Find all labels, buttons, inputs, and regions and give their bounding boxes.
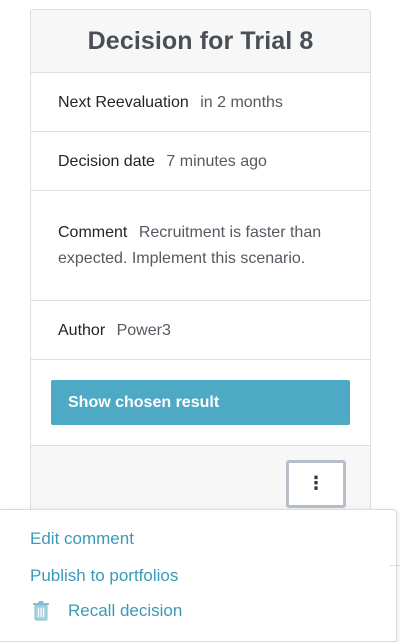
menu-divider — [390, 565, 400, 566]
decision-date-label: Decision date — [58, 153, 155, 170]
page: Decision for Trial 8 Next Reevaluation i… — [0, 0, 400, 642]
menu-item-recall-decision[interactable]: Recall decision — [30, 601, 182, 621]
decision-card: Decision for Trial 8 Next Reevaluation i… — [30, 9, 371, 534]
dropdown-menu: Edit comment Publish to portfolios Recal… — [0, 509, 397, 642]
action-row: Show chosen result — [31, 360, 370, 446]
decision-date-value: 7 minutes ago — [166, 153, 267, 170]
menu-item-edit-comment[interactable]: Edit comment — [30, 529, 134, 549]
menu-item-recall-label: Recall decision — [68, 601, 183, 620]
author-value: Power3 — [116, 322, 171, 339]
decision-date-row: Decision date 7 minutes ago — [31, 132, 370, 191]
show-chosen-result-button[interactable]: Show chosen result — [51, 380, 350, 425]
comment-row: Comment Recruitment is faster than expec… — [31, 191, 370, 301]
next-reevaluation-row: Next Reevaluation in 2 months — [31, 73, 370, 132]
author-label: Author — [58, 322, 106, 339]
comment-label: Comment — [58, 223, 128, 241]
card-header: Decision for Trial 8 — [31, 10, 370, 73]
menu-item-publish-to-portfolios[interactable]: Publish to portfolios — [30, 566, 178, 586]
comment-text: Comment Recruitment is faster than expec… — [58, 220, 328, 272]
next-reevaluation-value: in 2 months — [200, 94, 283, 111]
author-row: Author Power3 — [31, 301, 370, 360]
next-reevaluation-label: Next Reevaluation — [58, 94, 189, 111]
more-options-button[interactable]: ⋮ — [286, 460, 346, 508]
trash-icon — [33, 601, 49, 621]
card-title: Decision for Trial 8 — [87, 26, 314, 55]
kebab-icon: ⋮ — [307, 473, 325, 493]
